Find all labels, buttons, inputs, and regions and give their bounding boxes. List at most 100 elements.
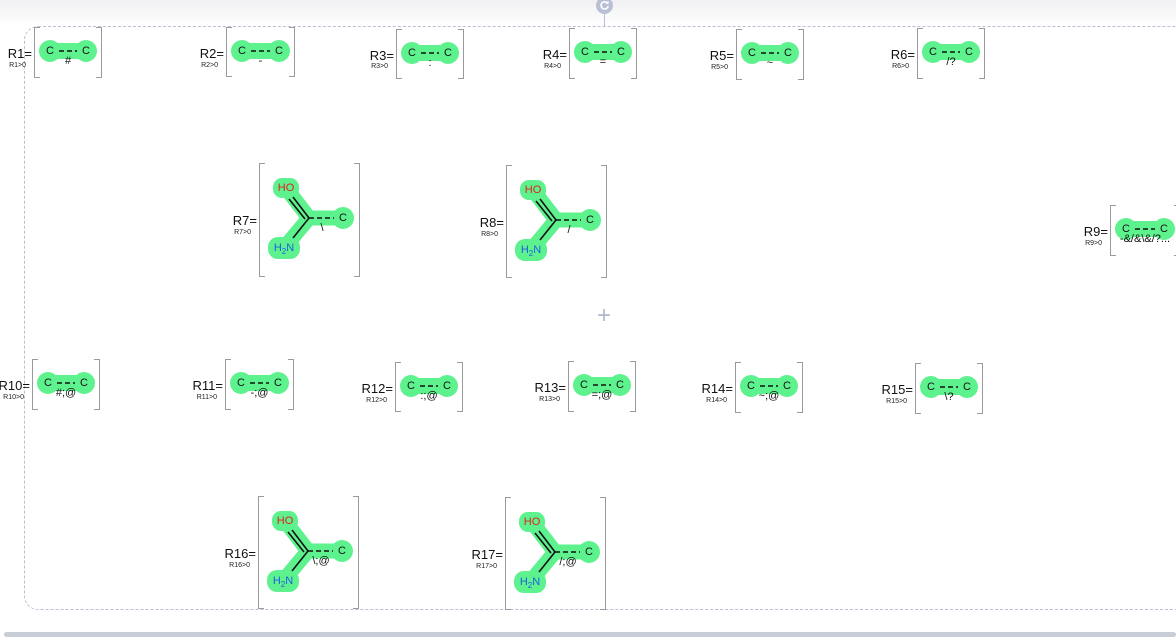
bond-query-label: \;@ [312, 555, 329, 567]
rotate-icon-glyph [600, 0, 609, 10]
atom-label: C [617, 46, 625, 58]
r-group-r5[interactable]: R5= R5>0 C C ~ [710, 29, 804, 80]
bond-query-label: # [65, 55, 72, 67]
atom-label: C [586, 214, 594, 226]
r-group-label: R11= [192, 378, 223, 393]
atom-label: C [784, 47, 792, 59]
r-group-condition: R7>0 [234, 229, 251, 236]
molecule-drawing: C C: [401, 42, 459, 69]
atom-label: C [783, 380, 791, 392]
atom-label: C [927, 381, 935, 393]
r-group-label: R12= [361, 381, 393, 396]
scrollbar-thumb[interactable] [4, 632, 1176, 637]
r-group-r4[interactable]: R4= R4>0 C C = [543, 28, 637, 79]
r-group-r7[interactable]: R7= R7>0 HO H2N C \ [233, 163, 360, 277]
r-group-label: R3= [369, 48, 394, 63]
r-group-r12[interactable]: R12= R12>0 C C:;@ [362, 362, 463, 412]
r-group-r2[interactable]: R2= R2>0 C C - [200, 27, 295, 77]
r-group-condition: R6>0 [892, 63, 909, 70]
atom-label: C [238, 45, 246, 57]
toolbar-shadow [0, 0, 1176, 26]
r-group-condition: R2>0 [201, 62, 218, 69]
r-group-r1[interactable]: R1= R1>0 C C # [8, 27, 102, 78]
horizontal-scrollbar[interactable] [0, 630, 1176, 638]
atom-label: C [46, 45, 54, 57]
r-group-r9[interactable]: R9= R9>0 C C -&/&\&/?... [1084, 205, 1176, 256]
atom-label: C [274, 377, 282, 389]
r-group-label: R2= [199, 46, 224, 61]
r-group-r14[interactable]: R14= R14>0 C C ~;@ [702, 362, 803, 413]
atom-label: C [965, 46, 973, 58]
bond-query-label: -&/&\&/?... [1120, 233, 1170, 245]
bond-query-label: - [259, 55, 263, 67]
plus-icon[interactable]: + [594, 304, 614, 328]
molecule-drawing: C C- [231, 40, 290, 67]
atom-label: C [407, 380, 415, 392]
atom-label: HO [278, 182, 295, 194]
r-group-r3[interactable]: R3= R3>0 C C: [370, 29, 464, 79]
r-group-r8[interactable]: R8= R8>0 HO H2N C / [480, 165, 607, 278]
bond-query-label: :;@ [420, 390, 437, 402]
r-group-condition: R17>0 [476, 563, 497, 570]
r-group-label: R8= [479, 215, 504, 230]
bond-query-label: -;@ [251, 387, 269, 399]
r-group-r16[interactable]: R16= R16>0 HO H2N C \;@ [225, 496, 359, 609]
r-group-label: R10= [0, 378, 30, 393]
r-group-r15[interactable]: R15= R15>0 C C \? [882, 363, 983, 414]
atom-label: C [82, 45, 90, 57]
atom-label: C [580, 379, 588, 391]
atom-label: HO [525, 184, 542, 196]
molecule-drawing: C C~;@ [740, 375, 798, 402]
atom-label: HO [277, 515, 294, 527]
bond-query-label: /? [946, 56, 955, 68]
r-group-condition: R5>0 [711, 64, 728, 71]
molecule-drawing: C C-&/&\&/?... [1115, 218, 1175, 245]
molecule-drawing: C C = [574, 41, 632, 68]
r-group-condition: R11>0 [196, 394, 217, 401]
r-group-label: R7= [232, 213, 257, 228]
molecule-drawing: C C=;@ [573, 374, 631, 401]
bond-query-label: #;@ [56, 387, 76, 399]
r-group-label: R15= [881, 382, 913, 397]
atom-label: C [747, 380, 755, 392]
r-group-condition: R16>0 [229, 562, 250, 569]
atom-label: C [443, 380, 451, 392]
r-group-r10[interactable]: R10= R10>0 C C #;@ [0, 359, 100, 410]
molecule-drawing: HOH2NC/ [515, 180, 601, 261]
r-group-label: R17= [471, 547, 503, 562]
r-group-label: R16= [224, 546, 256, 561]
atom-label: C [339, 212, 347, 224]
atom-label: C [275, 45, 283, 57]
atom-label: C [80, 377, 88, 389]
molecule-drawing: C C :;@ [400, 375, 458, 402]
r-group-condition: R10>0 [3, 394, 24, 401]
rotate-handle-stem [604, 14, 605, 26]
atom-label: C [581, 46, 589, 58]
r-group-label: R5= [709, 48, 734, 63]
molecule-drawing: C C ~ [741, 42, 799, 69]
atom-label: C [408, 47, 416, 59]
r-group-condition: R9>0 [1085, 240, 1102, 247]
molecule-drawing: C C # [39, 40, 97, 67]
r-group-label: R9= [1083, 224, 1108, 239]
bond-query-label: ~;@ [759, 390, 780, 402]
r-group-r11[interactable]: R11= R11>0 C C -;@ [193, 359, 294, 410]
atom-label: C [444, 47, 452, 59]
molecule-drawing: C C /? [922, 41, 980, 68]
atom-label: C [44, 377, 52, 389]
r-group-r6[interactable]: R6= R6>0 C C /? [891, 28, 985, 79]
r-group-label: R6= [890, 47, 915, 62]
r-group-r17[interactable]: R17= R17>0 HO H2N C/;@ [472, 497, 606, 610]
atom-label: C [616, 379, 624, 391]
molecule-drawing: HOH2NC\;@ [267, 511, 353, 592]
atom-label: HO [524, 516, 541, 528]
bond-query-label: /;@ [559, 556, 576, 568]
editor-canvas[interactable]: R1= R1>0 C C # R2= R2>0 C C - R3= R3>0 C C: R4= R4>0 C C =… [0, 0, 1176, 638]
r-group-condition: R8>0 [481, 231, 498, 238]
molecule-drawing: C C \? [920, 376, 978, 403]
r-group-condition: R14>0 [706, 397, 727, 404]
molecule-drawing: C C -;@ [230, 372, 289, 399]
r-group-r13[interactable]: R13= R13>0 C C =;@ [535, 361, 636, 412]
r-group-label: R14= [701, 381, 733, 396]
atom-label: C [338, 545, 346, 557]
